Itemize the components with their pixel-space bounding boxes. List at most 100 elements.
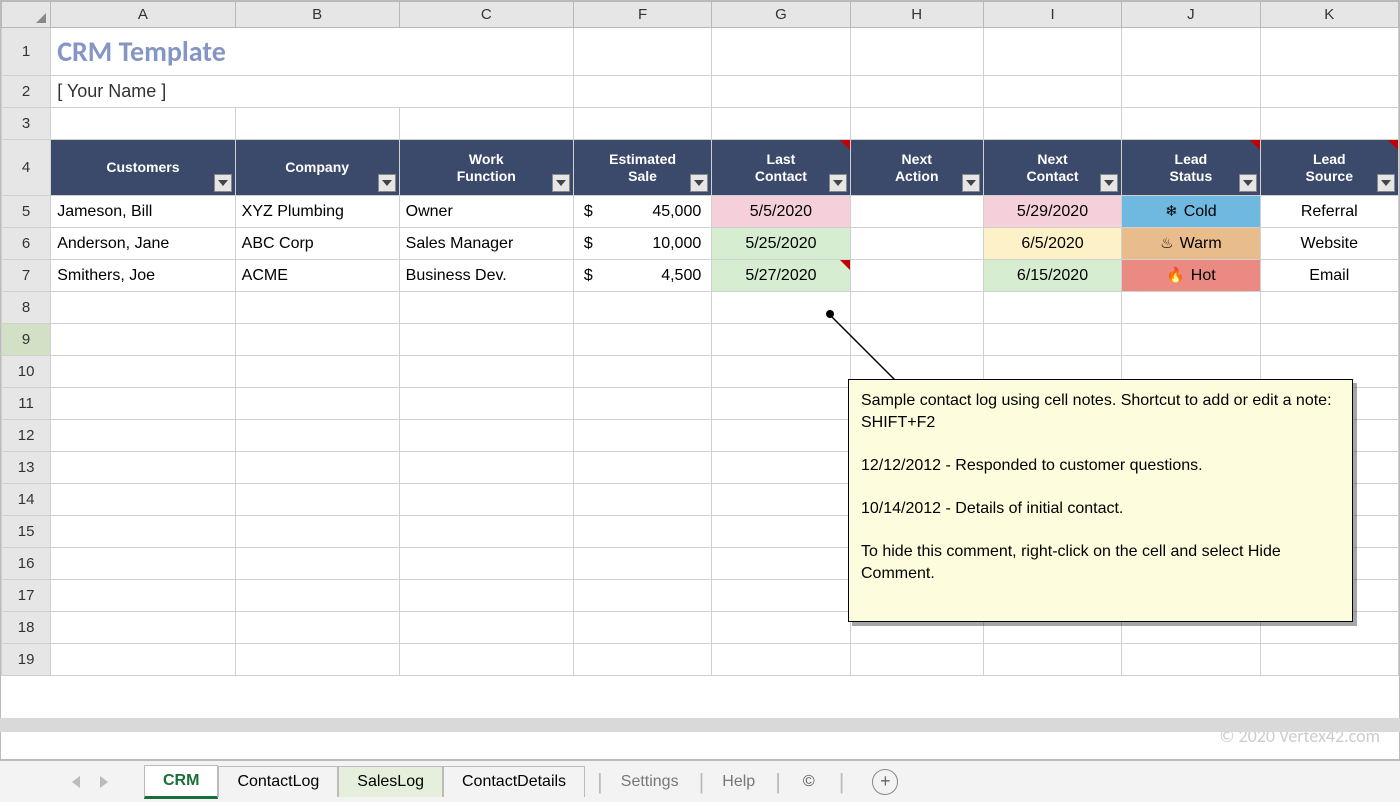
rownum-19[interactable]: 19 xyxy=(2,644,51,676)
tab-crm[interactable]: CRM xyxy=(144,765,218,799)
tab-contactdetails[interactable]: ContactDetails xyxy=(443,766,585,797)
cell-work[interactable]: Business Dev. xyxy=(399,260,573,292)
row-3[interactable]: 3 xyxy=(2,108,1399,140)
cell-next-action[interactable] xyxy=(850,260,983,292)
hdr-last-contact[interactable]: LastContact xyxy=(712,140,850,196)
table-row[interactable]: 5 Jameson, Bill XYZ Plumbing Owner $45,0… xyxy=(2,196,1399,228)
rownum-16[interactable]: 16 xyxy=(2,548,51,580)
filter-icon[interactable] xyxy=(1239,174,1257,192)
rownum-2[interactable]: 2 xyxy=(2,76,51,108)
col-C[interactable]: C xyxy=(399,2,573,28)
cell-next-action[interactable] xyxy=(850,196,983,228)
rownum-6[interactable]: 6 xyxy=(2,228,51,260)
hdr-customers[interactable]: Customers xyxy=(51,140,235,196)
cell-next-contact[interactable]: 6/5/2020 xyxy=(983,228,1121,260)
rownum-4[interactable]: 4 xyxy=(2,140,51,196)
rownum-9[interactable]: 9 xyxy=(2,324,51,356)
cell-work[interactable]: Sales Manager xyxy=(399,228,573,260)
rownum-10[interactable]: 10 xyxy=(2,356,51,388)
col-G[interactable]: G xyxy=(712,2,850,28)
col-F[interactable]: F xyxy=(573,2,711,28)
rownum-8[interactable]: 8 xyxy=(2,292,51,324)
cell-next-contact[interactable]: 5/29/2020 xyxy=(983,196,1121,228)
cell-lead-status[interactable]: ❄Cold xyxy=(1122,196,1260,228)
row-1[interactable]: 1 CRM Template xyxy=(2,28,1399,76)
cell-next-action[interactable] xyxy=(850,228,983,260)
hdr-company[interactable]: Company xyxy=(235,140,399,196)
hdr-work-function[interactable]: WorkFunction xyxy=(399,140,573,196)
col-I[interactable]: I xyxy=(983,2,1121,28)
row-8[interactable]: 8 xyxy=(2,292,1399,324)
cell-customers[interactable]: Jameson, Bill xyxy=(51,196,235,228)
cell-sale[interactable]: $4,500 xyxy=(573,260,711,292)
col-A[interactable]: A xyxy=(51,2,235,28)
add-sheet-button[interactable]: + xyxy=(872,769,898,795)
col-B[interactable]: B xyxy=(235,2,399,28)
hot-springs-icon: ♨ xyxy=(1160,235,1173,252)
sheet-tab-bar: CRM ContactLog SalesLog ContactDetails |… xyxy=(0,760,1400,802)
hdr-next-action[interactable]: NextAction xyxy=(850,140,983,196)
snowflake-icon: ❄ xyxy=(1165,203,1178,220)
tab-nav-next-icon[interactable] xyxy=(100,776,110,788)
cell-customers[interactable]: Smithers, Joe xyxy=(51,260,235,292)
subtitle: [ Your Name ] xyxy=(57,81,166,101)
col-J[interactable]: J xyxy=(1122,2,1260,28)
rownum-12[interactable]: 12 xyxy=(2,420,51,452)
rownum-1[interactable]: 1 xyxy=(2,28,51,76)
cell-work[interactable]: Owner xyxy=(399,196,573,228)
table-row[interactable]: 7 Smithers, Joe ACME Business Dev. $4,50… xyxy=(2,260,1399,292)
rownum-14[interactable]: 14 xyxy=(2,484,51,516)
cell-lead-source[interactable]: Email xyxy=(1260,260,1398,292)
cell-company[interactable]: ACME xyxy=(235,260,399,292)
cell-sale[interactable]: $10,000 xyxy=(573,228,711,260)
hdr-lead-source[interactable]: LeadSource xyxy=(1260,140,1398,196)
rownum-15[interactable]: 15 xyxy=(2,516,51,548)
cell-sale[interactable]: $45,000 xyxy=(573,196,711,228)
hdr-lead-status[interactable]: LeadStatus xyxy=(1122,140,1260,196)
table-row[interactable]: 6 Anderson, Jane ABC Corp Sales Manager … xyxy=(2,228,1399,260)
rownum-7[interactable]: 7 xyxy=(2,260,51,292)
column-header-row[interactable]: A B C F G H I J K xyxy=(2,2,1399,28)
rownum-18[interactable]: 18 xyxy=(2,612,51,644)
tab-settings[interactable]: Settings xyxy=(613,767,687,797)
rownum-13[interactable]: 13 xyxy=(2,452,51,484)
row-2[interactable]: 2 [ Your Name ] xyxy=(2,76,1399,108)
cell-company[interactable]: ABC Corp xyxy=(235,228,399,260)
filter-icon[interactable] xyxy=(214,174,232,192)
cell-last-contact[interactable]: 5/25/2020 xyxy=(712,228,850,260)
cell-company[interactable]: XYZ Plumbing xyxy=(235,196,399,228)
rownum-17[interactable]: 17 xyxy=(2,580,51,612)
hdr-next-contact[interactable]: NextContact xyxy=(983,140,1121,196)
filter-icon[interactable] xyxy=(378,174,396,192)
tab-contactlog[interactable]: ContactLog xyxy=(218,766,338,797)
hdr-estimated-sale[interactable]: EstimatedSale xyxy=(573,140,711,196)
tab-saleslog[interactable]: SalesLog xyxy=(338,766,443,797)
select-all-corner[interactable] xyxy=(2,2,51,28)
rownum-3[interactable]: 3 xyxy=(2,108,51,140)
horizontal-scroll-gutter[interactable] xyxy=(0,718,1400,732)
cell-customers[interactable]: Anderson, Jane xyxy=(51,228,235,260)
cell-next-contact[interactable]: 6/15/2020 xyxy=(983,260,1121,292)
filter-icon[interactable] xyxy=(552,174,570,192)
row-9[interactable]: 9 xyxy=(2,324,1399,356)
filter-icon[interactable] xyxy=(690,174,708,192)
filter-icon[interactable] xyxy=(829,174,847,192)
cell-last-contact[interactable]: 5/5/2020 xyxy=(712,196,850,228)
rownum-5[interactable]: 5 xyxy=(2,196,51,228)
filter-icon[interactable] xyxy=(1100,174,1118,192)
row-19[interactable]: 19 xyxy=(2,644,1399,676)
tab-copyright[interactable]: © xyxy=(791,767,827,797)
cell-lead-source[interactable]: Website xyxy=(1260,228,1398,260)
cell-lead-status[interactable]: ♨Warm xyxy=(1122,228,1260,260)
filter-icon[interactable] xyxy=(962,174,980,192)
col-K[interactable]: K xyxy=(1260,2,1398,28)
cell-lead-source[interactable]: Referral xyxy=(1260,196,1398,228)
tab-nav-prev-icon[interactable] xyxy=(70,776,80,788)
cell-last-contact[interactable]: 5/27/2020 xyxy=(712,260,850,292)
cell-lead-status[interactable]: 🔥Hot xyxy=(1122,260,1260,292)
col-H[interactable]: H xyxy=(850,2,983,28)
table-header-row[interactable]: 4 Customers Company WorkFunction Estimat… xyxy=(2,140,1399,196)
rownum-11[interactable]: 11 xyxy=(2,388,51,420)
tab-help[interactable]: Help xyxy=(714,767,763,797)
filter-icon[interactable] xyxy=(1377,174,1395,192)
